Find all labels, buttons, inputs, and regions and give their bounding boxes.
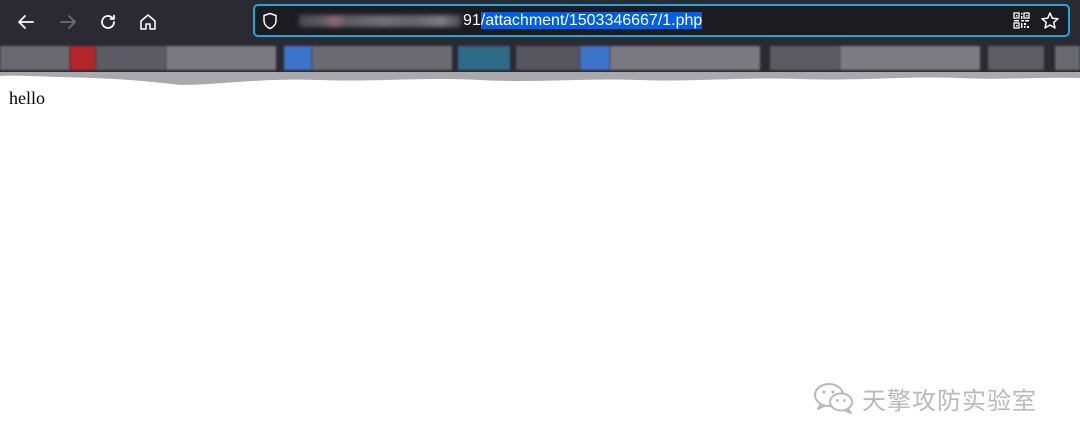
url-port-suffix: 91 [463,12,481,29]
home-button[interactable] [135,9,161,35]
home-icon [140,14,156,30]
page-body-text: hello [9,88,45,108]
star-icon[interactable] [1040,11,1060,36]
watermark-text: 天擎攻防实验室 [862,386,1037,415]
back-button[interactable] [13,9,39,35]
watermark: 天擎攻防实验室 [812,380,1037,416]
url-bar[interactable]: 91/attachment/1503346667/1.php [253,4,1070,37]
wechat-icon [814,383,853,414]
qr-code-icon[interactable] [1013,12,1030,34]
reload-button[interactable] [95,9,121,35]
browser-toolbar: 91/attachment/1503346667/1.php [0,0,1080,44]
redaction-edge [0,72,1080,85]
bookmarks-toolbar-redacted [0,44,1080,72]
url-host-redacted [299,14,461,27]
url-path-selected: /attachment/1503346667/1.php [480,12,703,29]
arrow-left-icon [18,15,34,29]
forward-button[interactable] [55,9,81,35]
reload-icon [101,14,115,29]
arrow-right-icon [60,15,76,29]
url-text[interactable]: 91/attachment/1503346667/1.php [299,6,703,35]
shield-icon[interactable] [261,12,279,35]
